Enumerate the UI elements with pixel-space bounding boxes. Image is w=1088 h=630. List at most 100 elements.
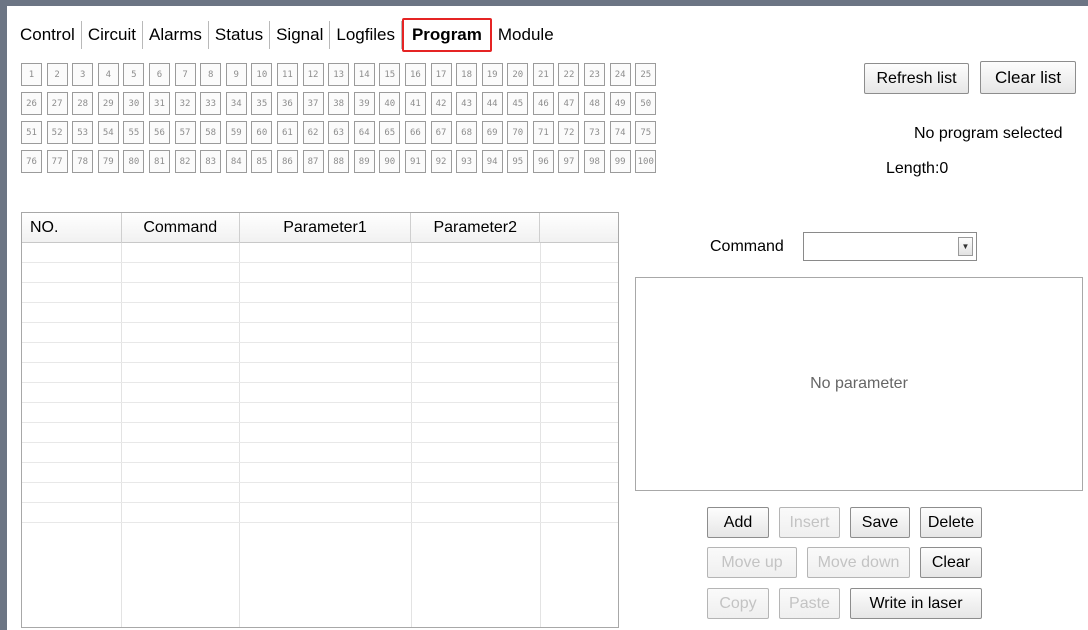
program-slot-button[interactable]: 98 (584, 150, 606, 173)
program-slot-button[interactable]: 13 (328, 63, 350, 86)
delete-button[interactable]: Delete (920, 507, 982, 538)
program-slot-button[interactable]: 80 (123, 150, 145, 173)
program-slot-button[interactable]: 95 (507, 150, 529, 173)
program-slot-button[interactable]: 65 (379, 121, 401, 144)
program-slot-button[interactable]: 4 (97, 63, 119, 86)
program-slot-button[interactable]: 43 (456, 92, 478, 115)
program-slot-button[interactable]: 61 (276, 121, 298, 144)
program-slot-button[interactable]: 41 (404, 92, 426, 115)
tab-status[interactable]: Status (209, 21, 271, 49)
program-slot-button[interactable]: 16 (404, 63, 426, 86)
program-slot-button[interactable]: 78 (72, 150, 94, 173)
program-slot-button[interactable]: 81 (148, 150, 170, 173)
program-slot-button[interactable]: 46 (532, 92, 554, 115)
program-slot-button[interactable]: 9 (225, 63, 247, 86)
program-slot-button[interactable]: 26 (21, 92, 42, 115)
program-slot-button[interactable]: 84 (225, 150, 247, 173)
program-slot-button[interactable]: 83 (200, 150, 222, 173)
program-command-table[interactable]: NO. Command Parameter1 Parameter2 (21, 212, 619, 628)
move-down-button[interactable]: Move down (807, 547, 910, 578)
program-slot-button[interactable]: 25 (635, 63, 657, 86)
program-slot-button[interactable]: 63 (328, 121, 350, 144)
program-slot-button[interactable]: 91 (404, 150, 426, 173)
program-slot-button[interactable]: 28 (72, 92, 94, 115)
program-slot-button[interactable]: 93 (456, 150, 478, 173)
program-slot-button[interactable]: 22 (558, 63, 580, 86)
program-slot-button[interactable]: 50 (635, 92, 657, 115)
table-body[interactable] (22, 243, 618, 627)
program-slot-button[interactable]: 11 (276, 63, 298, 86)
program-slot-button[interactable]: 14 (353, 63, 375, 86)
program-slot-button[interactable]: 74 (609, 121, 631, 144)
program-slot-button[interactable]: 70 (507, 121, 529, 144)
program-slot-button[interactable]: 23 (584, 63, 606, 86)
program-slot-button[interactable]: 35 (251, 92, 273, 115)
column-header-no[interactable]: NO. (22, 213, 122, 243)
program-slot-button[interactable]: 75 (635, 121, 657, 144)
program-slot-button[interactable]: 1 (21, 63, 42, 86)
program-slot-button[interactable]: 42 (430, 92, 452, 115)
program-slot-button[interactable]: 68 (456, 121, 478, 144)
program-slot-button[interactable]: 88 (328, 150, 350, 173)
program-slot-button[interactable]: 18 (456, 63, 478, 86)
program-slot-button[interactable]: 51 (21, 121, 42, 144)
program-slot-button[interactable]: 45 (507, 92, 529, 115)
save-button[interactable]: Save (850, 507, 910, 538)
program-slot-button[interactable]: 60 (251, 121, 273, 144)
program-slot-button[interactable]: 30 (123, 92, 145, 115)
paste-button[interactable]: Paste (779, 588, 840, 619)
column-header-parameter2[interactable]: Parameter2 (411, 213, 541, 243)
program-slot-button[interactable]: 21 (532, 63, 554, 86)
program-slot-button[interactable]: 73 (584, 121, 606, 144)
insert-button[interactable]: Insert (779, 507, 840, 538)
command-select[interactable]: ▼ (803, 232, 977, 261)
program-slot-button[interactable]: 77 (46, 150, 68, 173)
program-slot-button[interactable]: 2 (46, 63, 68, 86)
program-slot-button[interactable]: 82 (174, 150, 196, 173)
tab-control[interactable]: Control (14, 21, 82, 49)
program-slot-button[interactable]: 56 (148, 121, 170, 144)
program-slot-button[interactable]: 3 (72, 63, 94, 86)
program-slot-button[interactable]: 24 (609, 63, 631, 86)
program-slot-button[interactable]: 54 (97, 121, 119, 144)
program-slot-button[interactable]: 87 (302, 150, 324, 173)
program-slot-button[interactable]: 49 (609, 92, 631, 115)
program-slot-button[interactable]: 17 (430, 63, 452, 86)
program-slot-button[interactable]: 76 (21, 150, 42, 173)
program-slot-button[interactable]: 94 (481, 150, 503, 173)
program-slot-button[interactable]: 92 (430, 150, 452, 173)
column-header-command[interactable]: Command (122, 213, 240, 243)
program-slot-button[interactable]: 10 (251, 63, 273, 86)
program-slot-button[interactable]: 96 (532, 150, 554, 173)
program-slot-button[interactable]: 66 (404, 121, 426, 144)
program-slot-button[interactable]: 38 (328, 92, 350, 115)
program-slot-button[interactable]: 12 (302, 63, 324, 86)
program-slot-button[interactable]: 55 (123, 121, 145, 144)
program-slot-button[interactable]: 89 (353, 150, 375, 173)
tab-program[interactable]: Program (401, 18, 492, 52)
program-slot-button[interactable]: 37 (302, 92, 324, 115)
move-up-button[interactable]: Move up (707, 547, 797, 578)
program-slot-button[interactable]: 48 (584, 92, 606, 115)
tab-module[interactable]: Module (492, 21, 560, 49)
program-slot-button[interactable]: 53 (72, 121, 94, 144)
tab-signal[interactable]: Signal (270, 21, 331, 49)
column-header-parameter1[interactable]: Parameter1 (240, 213, 412, 243)
tab-logfiles[interactable]: Logfiles (330, 21, 402, 49)
program-slot-button[interactable]: 72 (558, 121, 580, 144)
program-slot-button[interactable]: 20 (507, 63, 529, 86)
program-slot-button[interactable]: 79 (97, 150, 119, 173)
add-button[interactable]: Add (707, 507, 769, 538)
program-slot-button[interactable]: 71 (532, 121, 554, 144)
program-slot-button[interactable]: 57 (174, 121, 196, 144)
program-slot-button[interactable]: 64 (353, 121, 375, 144)
program-slot-button[interactable]: 58 (200, 121, 222, 144)
program-slot-button[interactable]: 31 (148, 92, 170, 115)
program-slot-button[interactable]: 86 (276, 150, 298, 173)
program-slot-button[interactable]: 19 (481, 63, 503, 86)
program-slot-button[interactable]: 5 (123, 63, 145, 86)
program-slot-button[interactable]: 32 (174, 92, 196, 115)
program-slot-button[interactable]: 15 (379, 63, 401, 86)
program-slot-button[interactable]: 40 (379, 92, 401, 115)
program-slot-button[interactable]: 99 (609, 150, 631, 173)
